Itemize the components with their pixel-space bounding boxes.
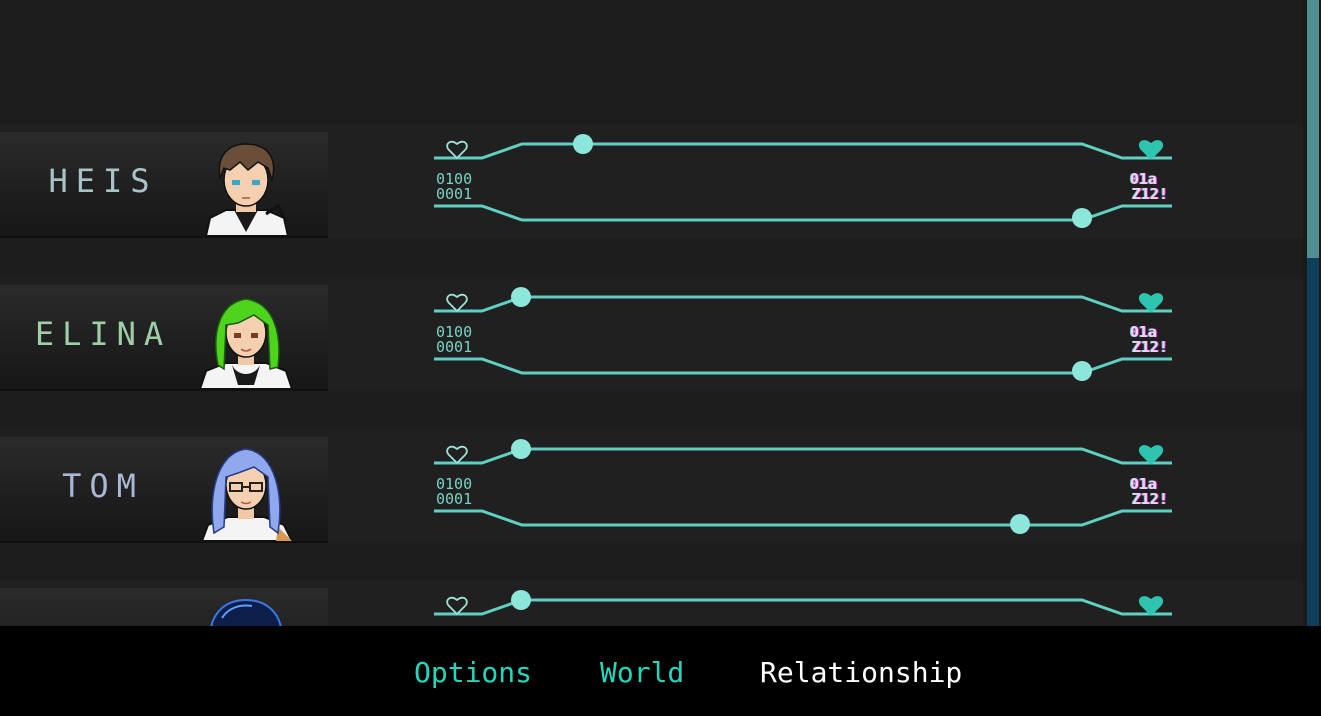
affection-track — [434, 287, 1172, 313]
binary-label-bottom: 0001 — [436, 490, 473, 508]
character-name: HEIS — [48, 162, 158, 200]
affection-knob[interactable] — [573, 134, 593, 154]
relationship-meter — [434, 134, 1172, 228]
glitch-label-top: 01a — [1130, 475, 1158, 493]
scrollbar-thumb[interactable] — [1307, 0, 1319, 258]
glitch-label-top: 01a — [1130, 170, 1158, 188]
trust-knob[interactable] — [1010, 514, 1030, 534]
bottom-nav: Options World Relationship — [0, 626, 1321, 716]
tab-options[interactable]: Options — [414, 656, 532, 689]
name-plate: HEIS — [0, 132, 328, 238]
heart-outline-icon — [446, 140, 468, 160]
name-plate — [0, 588, 328, 626]
character-row-elina: ELINA 0100 0001 01a Z12! — [0, 277, 1303, 391]
glitch-label-bottom: Z12! — [1132, 338, 1169, 356]
character-list[interactable]: HEIS 0100 0001 01a Z12! ELINA 0100 0001 … — [0, 0, 1303, 626]
portrait-elina — [198, 298, 294, 389]
heart-outline-icon — [446, 445, 468, 465]
character-row-4 — [0, 580, 1303, 626]
glitch-label-top: 01a — [1130, 323, 1158, 341]
affection-track — [434, 134, 1172, 160]
portrait-heis — [204, 143, 290, 236]
vertical-scrollbar[interactable] — [1303, 0, 1321, 626]
portrait-tom — [200, 448, 294, 541]
character-row-heis: HEIS 0100 0001 01a Z12! — [0, 124, 1303, 238]
name-plate: ELINA — [0, 285, 328, 391]
binary-label-top: 0100 — [436, 170, 473, 188]
glitch-label-bottom: Z12! — [1132, 185, 1169, 203]
affection-track — [434, 590, 1172, 616]
trust-knob[interactable] — [1072, 208, 1092, 228]
character-name: TOM — [62, 467, 144, 505]
relationship-meter — [434, 287, 1172, 381]
trust-knob[interactable] — [1072, 361, 1092, 381]
glitch-label-bottom: Z12! — [1132, 490, 1169, 508]
trust-track — [434, 204, 1172, 228]
affection-track — [434, 439, 1172, 465]
binary-label-bottom: 0001 — [436, 185, 473, 203]
relationship-meter — [434, 590, 1172, 616]
heart-outline-icon — [446, 293, 468, 313]
tab-relationship[interactable]: Relationship — [760, 656, 962, 689]
heart-outline-icon — [446, 596, 468, 616]
character-row-tom: TOM 0100 0001 01a Z12! — [0, 429, 1303, 543]
tab-world[interactable]: World — [600, 656, 684, 689]
affection-knob[interactable] — [511, 590, 531, 610]
binary-label-top: 0100 — [436, 323, 473, 341]
name-plate: TOM — [0, 437, 328, 543]
affection-knob[interactable] — [511, 439, 531, 459]
relationship-screen: HEIS 0100 0001 01a Z12! ELINA 0100 0001 … — [0, 0, 1321, 716]
binary-label-top: 0100 — [436, 475, 473, 493]
relationship-meter — [434, 439, 1172, 534]
affection-knob[interactable] — [511, 287, 531, 307]
character-name: ELINA — [34, 315, 172, 353]
binary-label-bottom: 0001 — [436, 338, 473, 356]
trust-track — [434, 357, 1172, 381]
portrait-hooded — [210, 598, 282, 626]
trust-track — [434, 509, 1172, 534]
